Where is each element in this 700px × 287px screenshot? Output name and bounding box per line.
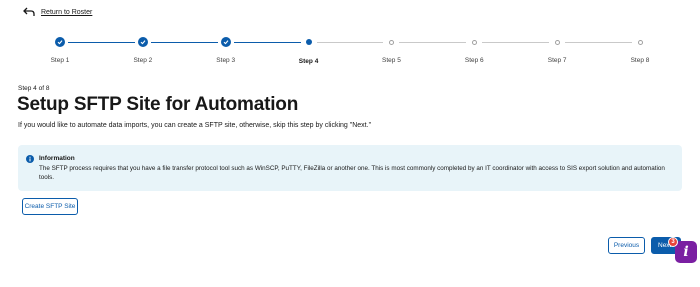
step-5: Step 5 [361, 36, 421, 64]
step-label: Step 1 [50, 57, 70, 64]
return-arrow-icon [23, 7, 35, 16]
step-3: Step 3 [196, 36, 256, 64]
step-4: Step 4 [279, 36, 339, 65]
notification-badge: 3 [668, 237, 678, 247]
information-box: Information The SFTP process requires th… [18, 145, 682, 191]
step-7: Step 7 [527, 36, 587, 64]
step-2: Step 2 [113, 36, 173, 64]
previous-button[interactable]: Previous [608, 237, 645, 254]
progress-stepper: Step 1 Step 2 Step 3 Step 4 Step 5 Step 6 Step… [0, 36, 700, 70]
info-title: Information [39, 155, 75, 162]
info-icon [26, 155, 34, 163]
check-icon [137, 37, 148, 47]
return-to-roster-link[interactable]: Return to Roster [23, 7, 92, 17]
step-dot [554, 40, 560, 45]
info-body: The SFTP process requires that you have … [39, 165, 665, 181]
step-8: Step 8 [610, 36, 670, 64]
step-label: Step 4 [298, 58, 319, 65]
step-dot [388, 40, 394, 45]
page-title: Setup SFTP Site for Automation [17, 94, 299, 115]
create-sftp-site-button[interactable]: Create SFTP Site [22, 198, 78, 215]
help-info-icon: i [683, 244, 689, 260]
step-dot [637, 40, 643, 45]
step-1: Step 1 [30, 36, 90, 64]
step-label: Step 5 [382, 57, 401, 64]
step-label: Step 7 [547, 57, 567, 64]
step-count: Step 4 of 8 [18, 85, 50, 92]
check-icon [55, 37, 65, 47]
step-label: Step 8 [630, 57, 650, 64]
check-icon [220, 37, 231, 47]
step-label: Step 6 [464, 57, 484, 64]
page-description: If you would like to automate data impor… [18, 122, 372, 129]
step-label: Step 3 [216, 57, 236, 64]
help-widget-button[interactable]: i [675, 241, 697, 263]
step-label: Step 2 [133, 57, 153, 64]
step-6: Step 6 [444, 36, 504, 64]
return-to-roster-label: Return to Roster [41, 8, 93, 16]
step-dot [305, 39, 312, 45]
step-dot [471, 40, 477, 45]
